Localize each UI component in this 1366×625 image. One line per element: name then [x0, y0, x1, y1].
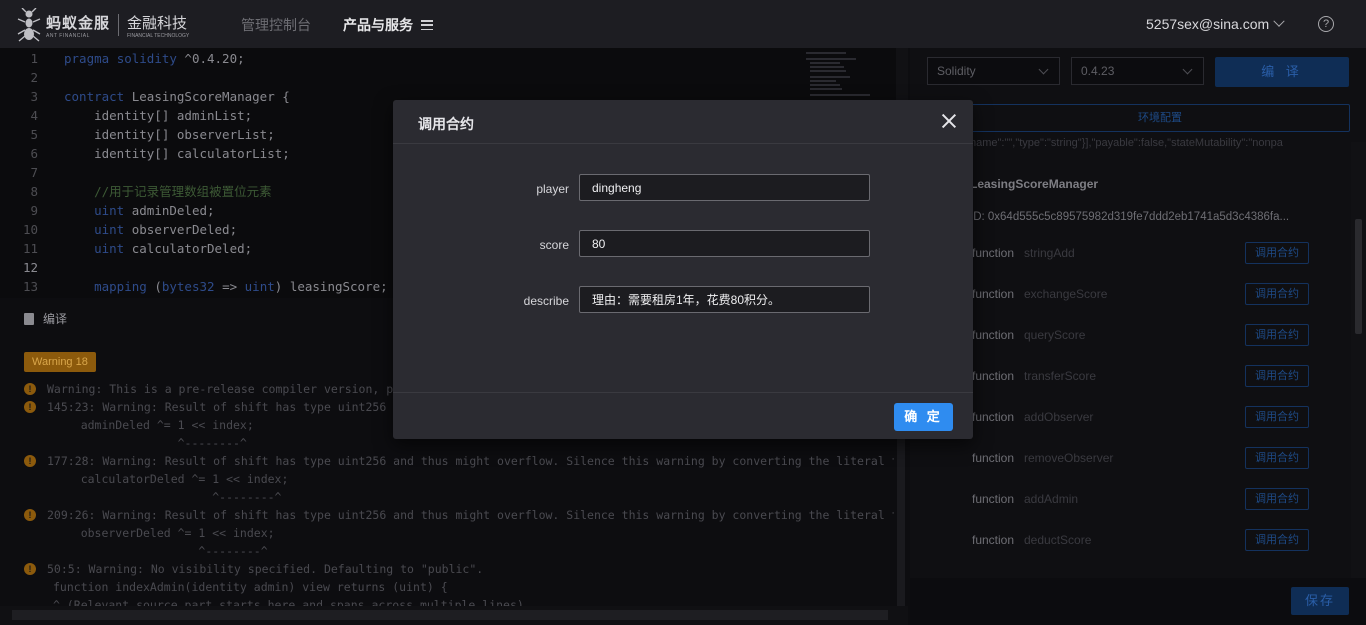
- score-input[interactable]: [579, 230, 870, 257]
- modal-title: 调用合约: [418, 116, 474, 132]
- app-root: 蚂蚁金服 ANT FINANCIAL 金融科技 FINANCIAL TECHNO…: [0, 0, 1366, 625]
- call-contract-modal: 调用合约 player score describe 确 定: [393, 100, 973, 439]
- score-label: score: [539, 238, 569, 252]
- describe-label: describe: [523, 294, 569, 308]
- confirm-button[interactable]: 确 定: [894, 403, 953, 431]
- player-input[interactable]: [579, 174, 870, 201]
- describe-input[interactable]: [579, 286, 870, 313]
- player-label: player: [536, 182, 569, 196]
- modal-header-divider: [393, 143, 973, 144]
- close-icon[interactable]: [941, 113, 957, 129]
- modal-footer-divider: [393, 392, 973, 393]
